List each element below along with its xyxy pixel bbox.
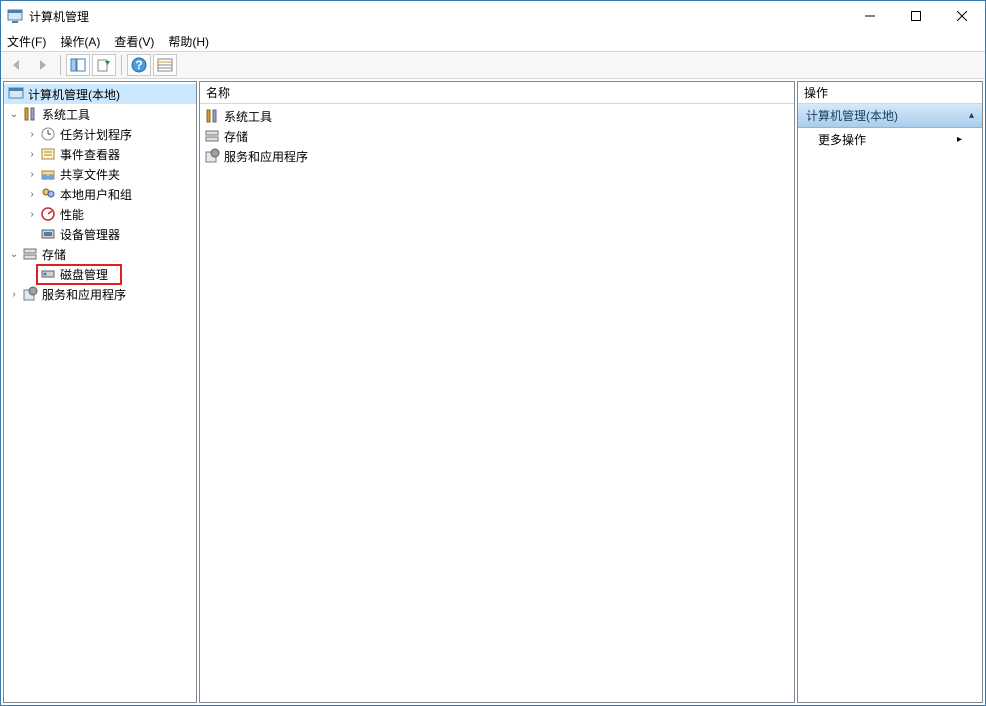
tree-item-label: 性能 <box>58 206 86 223</box>
tree-item-services-apps[interactable]: › 服务和应用程序 <box>4 284 196 304</box>
tree-root-item[interactable]: 计算机管理(本地) <box>4 84 196 104</box>
show-hide-tree-button[interactable] <box>66 54 90 76</box>
system-tools-icon <box>22 106 38 122</box>
list-item-label: 服务和应用程序 <box>224 148 308 165</box>
tree-item-performance[interactable]: › 性能 <box>4 204 196 224</box>
tree-item-label: 设备管理器 <box>58 226 122 243</box>
toolbar: ? <box>1 51 985 79</box>
tree-item-system-tools[interactable]: ⌄ 系统工具 <box>4 104 196 124</box>
caret-collapsed-icon[interactable]: › <box>26 129 38 140</box>
clock-icon <box>40 126 56 142</box>
list-column-header[interactable]: 名称 <box>200 82 794 104</box>
forward-button[interactable] <box>31 54 55 76</box>
action-panel: 操作 计算机管理(本地) ▴ 更多操作 ▸ <box>797 81 983 703</box>
title-bar: 计算机管理 <box>1 1 985 31</box>
tree-panel: 计算机管理(本地) ⌄ 系统工具 › 任务计划程序 › <box>3 81 197 703</box>
caret-collapsed-icon[interactable]: › <box>8 289 20 300</box>
tree-item-label: 存储 <box>40 246 68 263</box>
storage-icon <box>204 128 220 144</box>
shared-folders-icon <box>40 166 56 182</box>
svg-text:?: ? <box>135 58 142 72</box>
performance-icon <box>40 206 56 222</box>
action-item-label: 更多操作 <box>818 131 866 148</box>
list-item-label: 存储 <box>224 128 248 145</box>
system-tools-icon <box>204 108 220 124</box>
grid-button[interactable] <box>153 54 177 76</box>
tree-item-label: 计算机管理(本地) <box>26 86 122 103</box>
action-panel-header: 操作 <box>798 82 982 104</box>
list-item-label: 系统工具 <box>224 108 272 125</box>
disk-management-highlight: 磁盘管理 <box>36 264 122 285</box>
caret-collapsed-icon[interactable]: › <box>26 169 38 180</box>
action-more-actions[interactable]: 更多操作 ▸ <box>798 128 982 150</box>
action-section-label: 计算机管理(本地) <box>806 107 898 124</box>
tree-item-event-viewer[interactable]: › 事件查看器 <box>4 144 196 164</box>
menu-bar: 文件(F) 操作(A) 查看(V) 帮助(H) <box>1 31 985 51</box>
minimize-button[interactable] <box>847 1 893 31</box>
tree-item-label: 服务和应用程序 <box>40 286 128 303</box>
tree-item-task-scheduler[interactable]: › 任务计划程序 <box>4 124 196 144</box>
app-icon <box>7 8 23 24</box>
window-controls <box>847 1 985 31</box>
tree-item-label: 磁盘管理 <box>58 266 110 283</box>
tree-item-storage[interactable]: ⌄ 存储 <box>4 244 196 264</box>
users-groups-icon <box>40 186 56 202</box>
tree-item-disk-management[interactable]: 磁盘管理 <box>4 264 196 284</box>
caret-collapsed-icon[interactable]: › <box>26 189 38 200</box>
window-title: 计算机管理 <box>29 8 847 25</box>
close-button[interactable] <box>939 1 985 31</box>
tree-item-device-manager[interactable]: 设备管理器 <box>4 224 196 244</box>
maximize-button[interactable] <box>893 1 939 31</box>
storage-icon <box>22 246 38 262</box>
event-viewer-icon <box>40 146 56 162</box>
services-apps-icon <box>22 286 38 302</box>
action-panel-header-label: 操作 <box>804 84 828 101</box>
menu-action[interactable]: 操作(A) <box>60 33 100 50</box>
export-button[interactable] <box>92 54 116 76</box>
toolbar-separator <box>60 55 61 75</box>
submenu-caret-icon: ▸ <box>957 134 962 145</box>
menu-help[interactable]: 帮助(H) <box>168 33 209 50</box>
help-button[interactable]: ? <box>127 54 151 76</box>
action-section[interactable]: 计算机管理(本地) ▴ <box>798 104 982 128</box>
caret-collapsed-icon[interactable]: › <box>26 149 38 160</box>
menu-view[interactable]: 查看(V) <box>114 33 154 50</box>
list-item[interactable]: 服务和应用程序 <box>204 146 790 166</box>
tree-item-local-users-groups[interactable]: › 本地用户和组 <box>4 184 196 204</box>
menu-file[interactable]: 文件(F) <box>7 33 46 50</box>
tree-item-shared-folders[interactable]: › 共享文件夹 <box>4 164 196 184</box>
caret-expanded-icon[interactable]: ⌄ <box>8 109 20 120</box>
services-apps-icon <box>204 148 220 164</box>
disk-management-icon <box>40 266 56 282</box>
caret-collapsed-icon[interactable]: › <box>26 209 38 220</box>
list-panel: 名称 系统工具 存储 服务和应用程序 <box>199 81 795 703</box>
device-manager-icon <box>40 226 56 242</box>
list-item[interactable]: 存储 <box>204 126 790 146</box>
caret-expanded-icon[interactable]: ⌄ <box>8 249 20 260</box>
back-button[interactable] <box>5 54 29 76</box>
toolbar-separator <box>121 55 122 75</box>
computer-management-icon <box>8 86 24 102</box>
tree-item-label: 事件查看器 <box>58 146 122 163</box>
tree-item-label: 系统工具 <box>40 106 92 123</box>
list-item[interactable]: 系统工具 <box>204 106 790 126</box>
collapse-caret-icon: ▴ <box>969 110 974 121</box>
tree-item-label: 本地用户和组 <box>58 186 134 203</box>
list-body: 系统工具 存储 服务和应用程序 <box>200 104 794 702</box>
tree-item-label: 共享文件夹 <box>58 166 122 183</box>
column-name-label: 名称 <box>206 84 230 101</box>
tree-item-label: 任务计划程序 <box>58 126 134 143</box>
content-area: 计算机管理(本地) ⌄ 系统工具 › 任务计划程序 › <box>1 79 985 705</box>
